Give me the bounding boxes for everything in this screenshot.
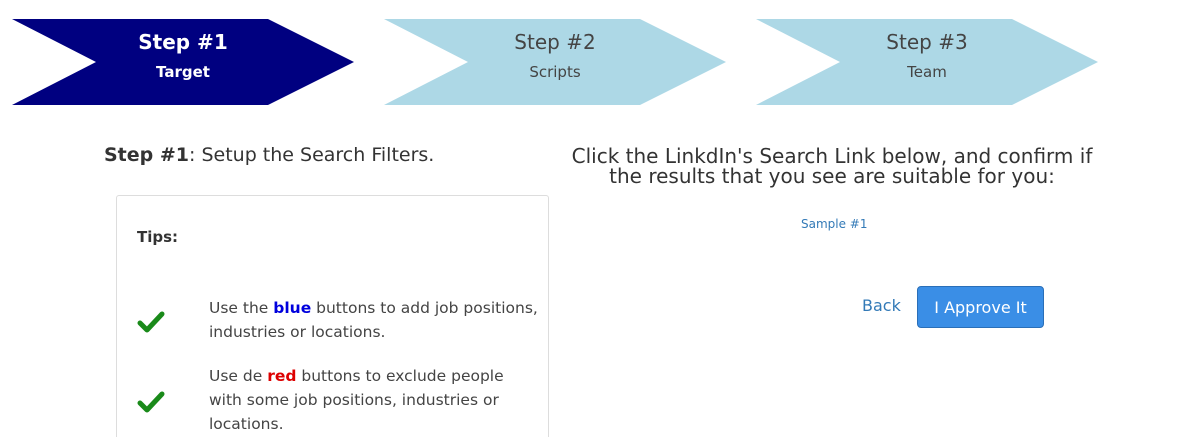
tips-card: Tips: Use the blue buttons to add job po… bbox=[116, 195, 549, 437]
step-3-subtitle: Team bbox=[907, 63, 947, 81]
step-2-scripts[interactable]: Step #2 Scripts bbox=[384, 19, 726, 105]
tip-red-pre: Use de bbox=[209, 367, 268, 385]
back-link[interactable]: Back bbox=[862, 296, 901, 315]
setup-filters-heading: Step #1: Setup the Search Filters. bbox=[104, 144, 434, 166]
approve-button[interactable]: I Approve It bbox=[917, 286, 1044, 328]
setup-filters-heading-step: Step #1 bbox=[104, 144, 190, 166]
tips-title: Tips: bbox=[137, 228, 179, 246]
step-1-target[interactable]: Step #1 Target bbox=[12, 19, 354, 105]
confirm-search-heading: Click the LinkdIn's Search Link below, a… bbox=[562, 146, 1102, 186]
confirm-search-heading-line1: Click the LinkdIn's Search Link below, a… bbox=[571, 144, 1093, 168]
tip-blue-highlight: blue bbox=[273, 299, 312, 317]
confirm-search-heading-line2: the results that you see are suitable fo… bbox=[609, 164, 1055, 188]
step-2-title: Step #2 bbox=[514, 30, 596, 54]
check-icon bbox=[137, 311, 165, 333]
check-icon bbox=[137, 391, 165, 413]
step-1-title: Step #1 bbox=[138, 30, 228, 54]
step-1-subtitle: Target bbox=[156, 63, 210, 81]
step-2-subtitle: Scripts bbox=[529, 63, 581, 81]
step-3-title: Step #3 bbox=[886, 30, 968, 54]
setup-filters-heading-text: : Setup the Search Filters. bbox=[189, 144, 435, 166]
tip-blue-pre: Use the bbox=[209, 299, 274, 317]
tip-red-highlight: red bbox=[267, 367, 297, 385]
step-3-team[interactable]: Step #3 Team bbox=[756, 19, 1098, 105]
sample-search-link[interactable]: Sample #1 bbox=[801, 217, 868, 231]
tip-item-blue: Use the blue buttons to add job position… bbox=[209, 296, 539, 344]
page: Step #1 Target Step #2 Scripts Step #3 T… bbox=[0, 0, 1197, 437]
tip-item-red: Use de red buttons to exclude people wit… bbox=[209, 364, 539, 436]
